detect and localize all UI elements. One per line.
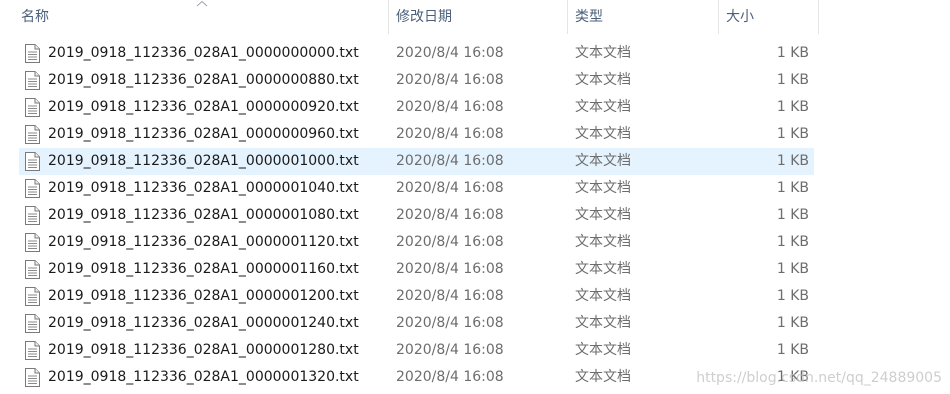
- file-type: 文本文档: [575, 234, 631, 250]
- file-row[interactable]: 2019_0918_112336_028A1_0000001240.txt 20…: [0, 310, 950, 337]
- text-document-icon: [25, 179, 40, 198]
- text-document-icon: [25, 368, 40, 387]
- column-header-date-modified[interactable]: 修改日期: [389, 0, 567, 34]
- text-document-icon: [25, 260, 40, 279]
- file-type: 文本文档: [575, 342, 631, 358]
- file-row[interactable]: 2019_0918_112336_028A1_0000001080.txt 20…: [0, 202, 950, 229]
- file-size: 1 KB: [776, 72, 809, 88]
- text-document-icon: [25, 233, 40, 252]
- text-document-icon: [25, 71, 40, 90]
- file-explorer-details-view: 名称 修改日期 类型 大小 2019_0918_112336_028A1_000…: [0, 0, 950, 394]
- file-size: 1 KB: [776, 261, 809, 277]
- file-date-modified: 2020/8/4 16:08: [396, 180, 504, 196]
- file-row[interactable]: 2019_0918_112336_028A1_0000001000.txt 20…: [0, 148, 950, 175]
- file-row[interactable]: 2019_0918_112336_028A1_0000001120.txt 20…: [0, 229, 950, 256]
- file-name[interactable]: 2019_0918_112336_028A1_0000001040.txt: [48, 175, 359, 202]
- file-size: 1 KB: [776, 45, 809, 61]
- column-header-name[interactable]: 名称: [14, 0, 388, 34]
- watermark-text: https://blog.csdn.net/qq_24889005: [696, 370, 942, 386]
- text-document-icon: [25, 341, 40, 360]
- file-row[interactable]: 2019_0918_112336_028A1_0000001160.txt 20…: [0, 256, 950, 283]
- file-size: 1 KB: [776, 315, 809, 331]
- file-date-modified: 2020/8/4 16:08: [396, 369, 504, 385]
- text-document-icon: [25, 152, 40, 171]
- file-date-modified: 2020/8/4 16:08: [396, 207, 504, 223]
- file-date-modified: 2020/8/4 16:08: [396, 234, 504, 250]
- file-name[interactable]: 2019_0918_112336_028A1_0000001320.txt: [48, 364, 359, 391]
- file-type: 文本文档: [575, 180, 631, 196]
- text-document-icon: [25, 314, 40, 333]
- file-size: 1 KB: [776, 342, 809, 358]
- column-header-bar: 名称 修改日期 类型 大小: [0, 0, 950, 34]
- file-size: 1 KB: [776, 99, 809, 115]
- file-size: 1 KB: [776, 207, 809, 223]
- file-size: 1 KB: [776, 234, 809, 250]
- file-row[interactable]: 2019_0918_112336_028A1_0000000920.txt 20…: [0, 94, 950, 121]
- column-header-size[interactable]: 大小: [719, 0, 818, 34]
- file-date-modified: 2020/8/4 16:08: [396, 99, 504, 115]
- file-date-modified: 2020/8/4 16:08: [396, 315, 504, 331]
- file-row[interactable]: 2019_0918_112336_028A1_0000001200.txt 20…: [0, 283, 950, 310]
- file-row[interactable]: 2019_0918_112336_028A1_0000001280.txt 20…: [0, 337, 950, 364]
- text-document-icon: [25, 44, 40, 63]
- file-type: 文本文档: [575, 207, 631, 223]
- file-size: 1 KB: [776, 153, 809, 169]
- column-header-type[interactable]: 类型: [568, 0, 718, 34]
- file-name[interactable]: 2019_0918_112336_028A1_0000001080.txt: [48, 202, 359, 229]
- text-document-icon: [25, 125, 40, 144]
- file-date-modified: 2020/8/4 16:08: [396, 261, 504, 277]
- file-row[interactable]: 2019_0918_112336_028A1_0000000880.txt 20…: [0, 67, 950, 94]
- file-date-modified: 2020/8/4 16:08: [396, 72, 504, 88]
- file-name[interactable]: 2019_0918_112336_028A1_0000001000.txt: [48, 148, 359, 175]
- file-list: 2019_0918_112336_028A1_0000000000.txt 20…: [0, 40, 950, 391]
- file-size: 1 KB: [776, 126, 809, 142]
- file-date-modified: 2020/8/4 16:08: [396, 342, 504, 358]
- file-type: 文本文档: [575, 261, 631, 277]
- file-row[interactable]: 2019_0918_112336_028A1_0000000960.txt 20…: [0, 121, 950, 148]
- file-row[interactable]: 2019_0918_112336_028A1_0000001040.txt 20…: [0, 175, 950, 202]
- file-row[interactable]: 2019_0918_112336_028A1_0000000000.txt 20…: [0, 40, 950, 67]
- file-type: 文本文档: [575, 99, 631, 115]
- file-name[interactable]: 2019_0918_112336_028A1_0000000920.txt: [48, 94, 359, 121]
- column-divider[interactable]: [818, 0, 819, 34]
- file-type: 文本文档: [575, 153, 631, 169]
- file-size: 1 KB: [776, 180, 809, 196]
- file-name[interactable]: 2019_0918_112336_028A1_0000001200.txt: [48, 283, 359, 310]
- file-size: 1 KB: [776, 288, 809, 304]
- file-name[interactable]: 2019_0918_112336_028A1_0000000000.txt: [48, 40, 359, 67]
- file-type: 文本文档: [575, 315, 631, 331]
- file-name[interactable]: 2019_0918_112336_028A1_0000001120.txt: [48, 229, 359, 256]
- text-document-icon: [25, 98, 40, 117]
- file-date-modified: 2020/8/4 16:08: [396, 126, 504, 142]
- file-name[interactable]: 2019_0918_112336_028A1_0000000880.txt: [48, 67, 359, 94]
- file-type: 文本文档: [575, 72, 631, 88]
- file-date-modified: 2020/8/4 16:08: [396, 153, 504, 169]
- file-date-modified: 2020/8/4 16:08: [396, 288, 504, 304]
- file-type: 文本文档: [575, 288, 631, 304]
- file-date-modified: 2020/8/4 16:08: [396, 45, 504, 61]
- file-type: 文本文档: [575, 369, 631, 385]
- file-name[interactable]: 2019_0918_112336_028A1_0000001160.txt: [48, 256, 359, 283]
- file-type: 文本文档: [575, 45, 631, 61]
- file-name[interactable]: 2019_0918_112336_028A1_0000000960.txt: [48, 121, 359, 148]
- file-type: 文本文档: [575, 126, 631, 142]
- file-name[interactable]: 2019_0918_112336_028A1_0000001240.txt: [48, 310, 359, 337]
- text-document-icon: [25, 206, 40, 225]
- file-name[interactable]: 2019_0918_112336_028A1_0000001280.txt: [48, 337, 359, 364]
- text-document-icon: [25, 287, 40, 306]
